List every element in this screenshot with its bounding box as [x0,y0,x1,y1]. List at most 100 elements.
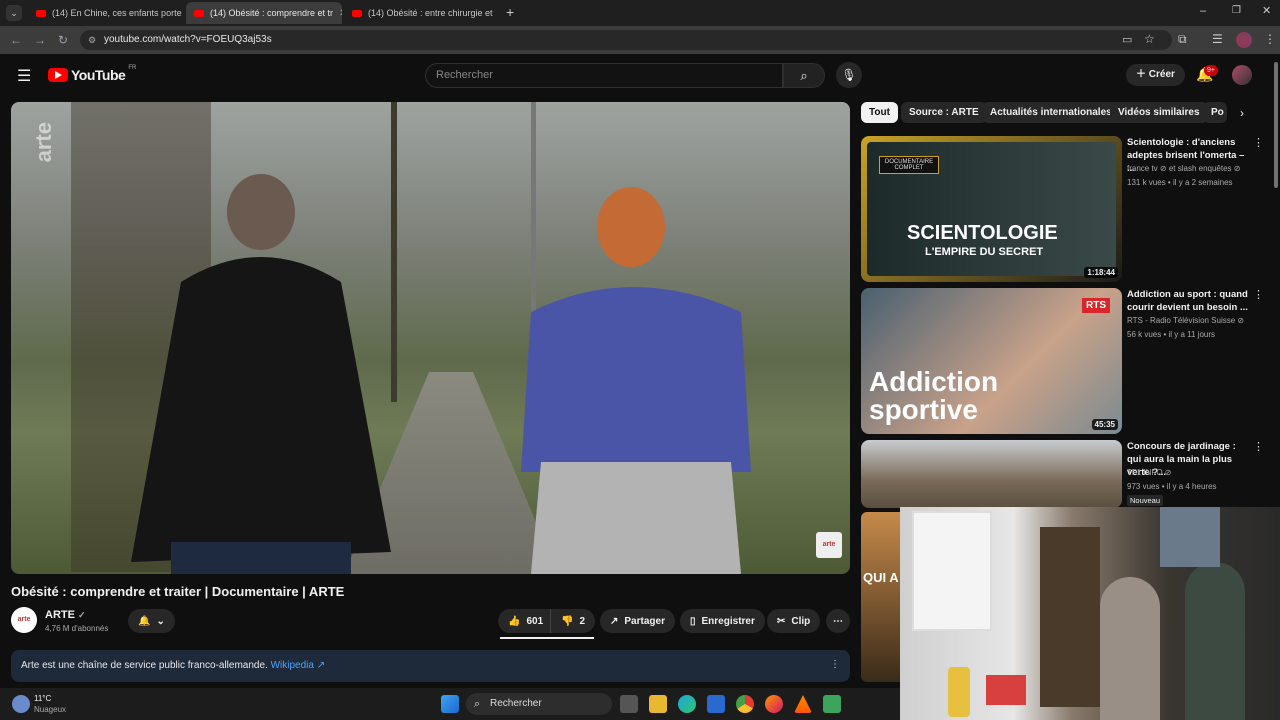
video-thumbnail[interactable] [861,440,1122,508]
tab-3[interactable]: (14) Obésité : entre chirurgie et ✕ [344,2,500,24]
chevron-right-icon[interactable]: › [1240,106,1244,120]
forward-icon[interactable]: → [32,32,48,48]
weather-label: Nuageux [34,705,67,714]
taskbar-search[interactable]: ⌕ Rechercher [466,693,612,715]
create-button[interactable]: ＋ Créer [1126,64,1185,86]
rec-meta: 973 vues • il y a 4 heures [1127,482,1217,491]
channel-avatar[interactable]: arte [11,607,37,633]
minimize-icon[interactable]: – [1200,5,1206,17]
tab-label: (14) Obésité : entre chirurgie et [368,8,493,18]
dislike-button[interactable]: 👎 2 [550,609,596,633]
close-icon[interactable]: ✕ [499,8,500,19]
person-left [1100,577,1160,720]
windows-start-icon[interactable] [441,695,459,713]
recommendation-item[interactable]: DOCUMENTAIRE COMPLET SCIENTOLOGIE L'EMPI… [861,136,1264,282]
more-vert-icon[interactable]: ⋮ [1253,288,1264,301]
bookmark-star-icon[interactable]: ☆ [1144,32,1155,46]
rec-meta: 131 k vues • il y a 2 semaines [1127,178,1233,187]
page-scrollbar[interactable] [1274,62,1278,188]
weather-icon[interactable] [12,695,30,713]
bookmark-icon: ▯ [690,615,696,627]
store-icon[interactable] [707,695,725,713]
recommendation-item[interactable]: RTS Addiction sportive 45:35 Addiction a… [861,288,1264,434]
plus-icon: ＋ [1136,69,1149,80]
voice-search-button[interactable]: 🎙 [836,62,862,88]
cast-icon[interactable]: ▭ [1122,33,1132,46]
edge-icon[interactable] [678,695,696,713]
wikipedia-link[interactable]: Wikipedia ↗ [271,660,326,671]
search-button[interactable]: ⌕ [783,63,825,88]
microphone-icon: 🎙 [841,68,857,82]
panel-menu-icon[interactable]: ⋮ [830,659,840,670]
chip-similar-videos[interactable]: Vidéos similaires [1110,102,1208,123]
like-button[interactable]: 👍 601 [498,609,554,633]
share-button[interactable]: ↗ Partager [600,609,675,633]
site-info-icon[interactable]: ⚙ [88,30,96,50]
rec-channel[interactable]: RTS - Radio Télévision Suisse ⊘ [1127,316,1257,325]
like-count: 601 [526,615,544,627]
close-icon[interactable]: ✕ [339,8,342,19]
tab-label: (14) Obésité : comprendre et tr [210,8,334,18]
subscribe-bell-button[interactable]: 🔔 ⌄ [128,609,175,633]
rec-channel[interactable]: TF1 INFO ⊘ [1127,468,1257,477]
woman-figure [521,187,751,574]
channel-name[interactable]: ARTE ✓ [45,609,86,621]
firefox-icon[interactable] [765,695,783,713]
chip-all[interactable]: Tout [861,102,898,123]
video-thumbnail[interactable]: RTS Addiction sportive 45:35 [861,288,1122,434]
youtube-icon [36,9,46,17]
arte-corner-logo: arte [816,532,842,558]
man-figure [131,174,391,574]
tab-search-icon[interactable]: ⌄ [6,5,22,21]
tab-1[interactable]: (14) En Chine, ces enfants porte ✕ [28,2,184,24]
url-field[interactable]: ⚙ youtube.com/watch?v=FOEUQ3aj53s [80,30,1172,50]
new-tab-icon[interactable]: + [506,4,514,20]
chip-more[interactable]: Po [1203,102,1227,123]
youtube-logo[interactable]: YouTube FR [48,65,136,83]
save-button[interactable]: ▯ Enregistrer [680,609,765,633]
recommendation-item[interactable]: Concours de jardinage : qui aura la main… [861,440,1264,508]
sidebar-icon[interactable]: ☰ [1212,32,1223,46]
partial-thumbnail[interactable]: QUI A [861,512,901,682]
search-input[interactable]: Rechercher [425,63,783,88]
webcam-overlay [900,507,1280,720]
chip-source-arte[interactable]: Source : ARTE [901,102,987,123]
duration-badge: 45:35 [1091,419,1118,430]
back-icon[interactable]: ← [8,32,24,48]
profile-avatar[interactable] [1236,32,1252,48]
thumbs-down-icon: 👎 [561,615,574,627]
rec-title[interactable]: Addiction au sport : quand courir devien… [1127,288,1249,314]
window-close-icon[interactable]: ✕ [1262,4,1271,17]
search-icon: ⌕ [800,68,808,83]
rec-channel[interactable]: france tv ⊘ et slash enquêtes ⊘ [1127,164,1257,173]
address-bar-row: ← → ↻ ⚙ youtube.com/watch?v=FOEUQ3aj53s … [0,26,1280,54]
search-icon: ⌕ [474,698,481,710]
more-vert-icon[interactable]: ⋮ [1253,136,1264,149]
chevron-down-icon: ⌄ [156,615,165,627]
notification-badge: 9+ [1204,65,1218,76]
tab-2[interactable]: (14) Obésité : comprendre et tr ✕ [186,2,342,24]
app-icon[interactable] [823,695,841,713]
dislike-count: 2 [579,615,586,627]
taskbar-search-label: Rechercher [490,698,542,709]
chip-international-news[interactable]: Actualités internationales [982,102,1120,123]
more-actions-button[interactable]: ⋯ [826,609,850,633]
task-view-icon[interactable] [620,695,638,713]
more-vert-icon[interactable]: ⋮ [1253,440,1264,453]
chrome-icon[interactable] [736,695,754,713]
save-label: Enregistrer [701,615,755,627]
hamburger-menu-icon[interactable]: ☰ [17,66,31,86]
account-avatar[interactable] [1232,65,1252,85]
clip-button[interactable]: ✂ Clip [767,609,821,633]
reload-icon[interactable]: ↻ [55,32,71,48]
url-text: youtube.com/watch?v=FOEUQ3aj53s [104,34,272,45]
video-thumbnail[interactable]: DOCUMENTAIRE COMPLET SCIENTOLOGIE L'EMPI… [861,136,1122,282]
menu-dots-icon[interactable]: ⋮ [1264,32,1276,46]
restore-icon[interactable]: ❐ [1232,5,1241,16]
bookshelf [1040,527,1100,707]
logo-text: YouTube [71,67,126,83]
rec-meta: 56 k vues • il y a 11 jours [1127,330,1216,339]
file-explorer-icon[interactable] [649,695,667,713]
extensions-icon[interactable]: ⧉ [1178,32,1187,47]
video-player[interactable]: arte arte [11,102,850,574]
